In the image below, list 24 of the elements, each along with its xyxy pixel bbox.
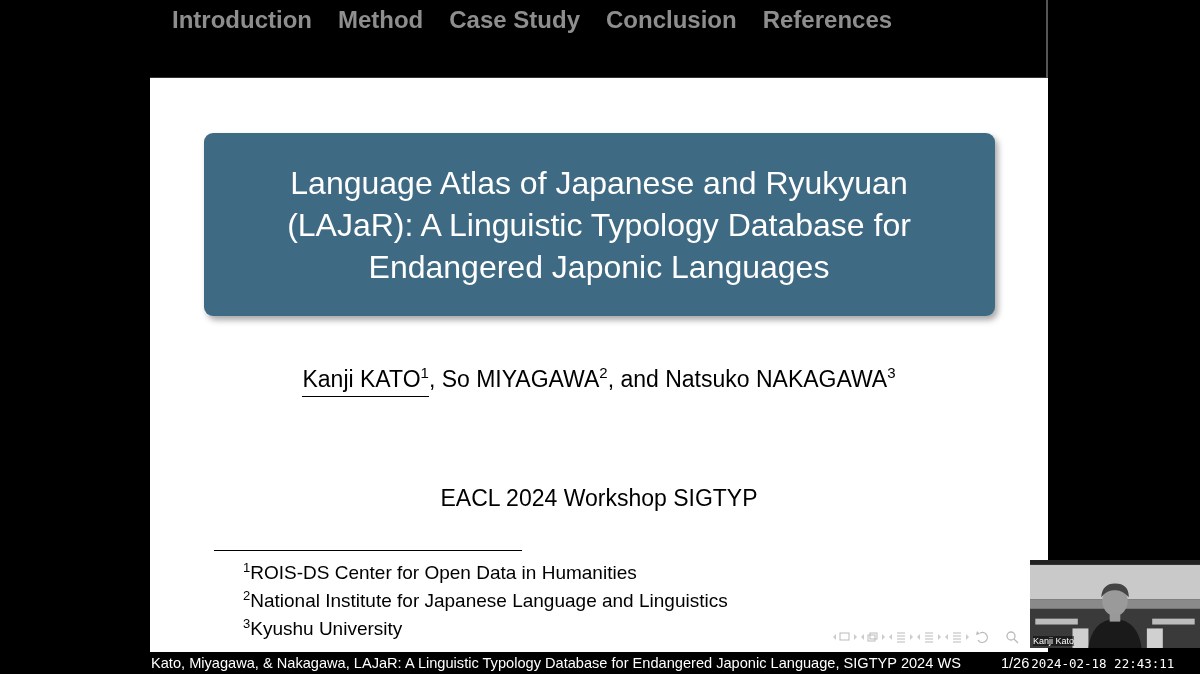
- navigation-icon[interactable]: [860, 630, 886, 644]
- navigation-icon[interactable]: [944, 630, 970, 644]
- section-link[interactable]: Case Study: [449, 6, 580, 34]
- affiliation-footnote: $^{2}$National Institute for Japanese Language and Linguistics: [243, 587, 728, 613]
- participant-name: Kanji Kato: [1033, 636, 1075, 646]
- affiliation-footnote: $^{3}$Kyushu University: [243, 615, 404, 641]
- slide-title: Language Atlas of Japanese and Ryukyuan (LAJaR): A Linguistic Typology Database for Endangered Japonic Languages: [286, 163, 912, 287]
- author-name: Natsuko NAKAGAWA$^{3}$: [665, 366, 896, 393]
- author-separator: ,: [428, 366, 437, 393]
- venue-text: EACL 2024 Workshop SIGTYP: [440, 485, 758, 512]
- page-number: 1/26: [1000, 655, 1030, 671]
- section-link[interactable]: References: [762, 6, 893, 34]
- section-link[interactable]: Conclusion: [606, 6, 737, 34]
- section-link[interactable]: Introduction: [172, 6, 312, 34]
- author-name: So MIYAGAWA$^{2}$: [441, 366, 608, 393]
- navigation-icon[interactable]: [832, 630, 858, 644]
- author-name: Kanji KATO$^{1}$: [302, 366, 429, 397]
- section-link[interactable]: Method: [337, 6, 424, 34]
- timestamp: 2024-02-18 22:43:11: [1031, 655, 1175, 671]
- navigation-icon[interactable]: [916, 630, 942, 644]
- navigation-icon[interactable]: [888, 630, 914, 644]
- citation-text: Kato, Miyagawa, & Nakagawa, LAJaR: A Linguistic Typology Database for Endangered Japonic Language, SIGTYP 2024 WS: [151, 655, 961, 671]
- affiliation-footnote: $^{1}$ROIS-DS Center for Open Data in Humanities: [243, 559, 638, 585]
- author-separator: , and: [607, 366, 660, 393]
